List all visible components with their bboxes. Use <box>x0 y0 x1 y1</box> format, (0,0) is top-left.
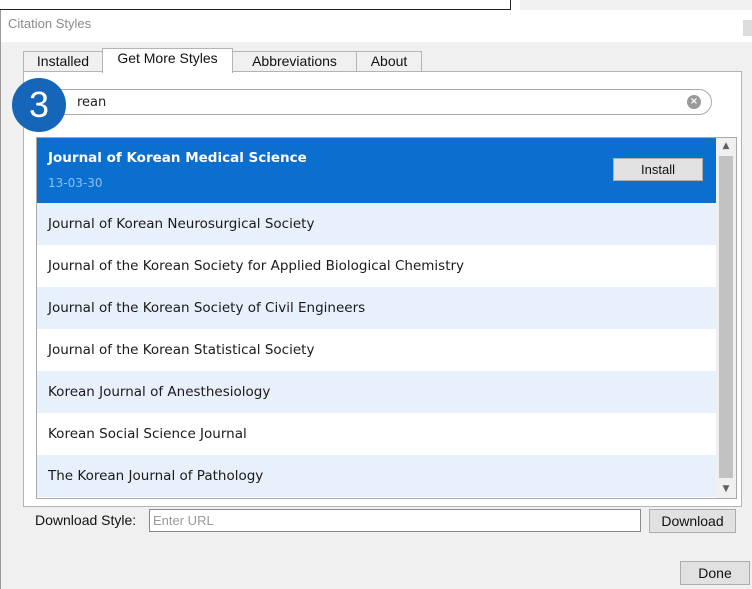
tab-about[interactable]: About <box>356 51 422 72</box>
window-title: Citation Styles <box>8 16 92 31</box>
search-input[interactable]: rean <box>77 95 106 110</box>
list-item[interactable]: Journal of Korean Neurosurgical Society <box>37 203 716 245</box>
search-field[interactable]: rean × <box>36 89 712 115</box>
background-window-edge-vertical <box>510 0 511 10</box>
clear-search-icon[interactable]: × <box>687 95 701 109</box>
done-button[interactable]: Done <box>680 561 750 585</box>
list-item[interactable]: The Korean Journal of Pathology <box>37 455 716 497</box>
scroll-down-arrow-icon[interactable]: ▼ <box>716 481 736 498</box>
scroll-thumb[interactable] <box>719 156 733 478</box>
list-item[interactable]: Journal of the Korean Society for Applie… <box>37 245 716 287</box>
step-badge: 3 <box>12 78 66 132</box>
download-style-label: Download Style: <box>35 512 137 528</box>
list-scrollbar[interactable]: ▲ ▼ <box>716 138 736 498</box>
list-item[interactable]: Korean Journal of Anesthesiology <box>37 371 716 413</box>
list-item[interactable]: Korean Social Science Journal <box>37 413 716 455</box>
background-window <box>520 0 752 10</box>
style-name: Journal of Korean Medical Science <box>48 150 307 166</box>
list-item[interactable]: Journal of the Korean Statistical Societ… <box>37 329 716 371</box>
tab-get-more-styles[interactable]: Get More Styles <box>102 48 233 73</box>
tab-installed[interactable]: Installed <box>23 51 103 72</box>
list-item-selected[interactable]: Journal of Korean Medical Science 13-03-… <box>37 138 716 203</box>
download-button[interactable]: Download <box>649 509 736 533</box>
install-button[interactable]: Install <box>613 158 703 181</box>
download-url-input[interactable]: Enter URL <box>149 509 641 532</box>
list-item[interactable]: Journal of the Korean Society of Civil E… <box>37 287 716 329</box>
title-bar[interactable]: Citation Styles <box>1 10 752 42</box>
tab-abbreviations[interactable]: Abbreviations <box>232 51 357 72</box>
scroll-up-arrow-icon[interactable]: ▲ <box>716 138 736 155</box>
close-button[interactable] <box>743 20 752 36</box>
style-date: 13-03-30 <box>48 176 103 190</box>
styles-list[interactable]: Journal of Korean Medical Science 13-03-… <box>36 137 737 499</box>
